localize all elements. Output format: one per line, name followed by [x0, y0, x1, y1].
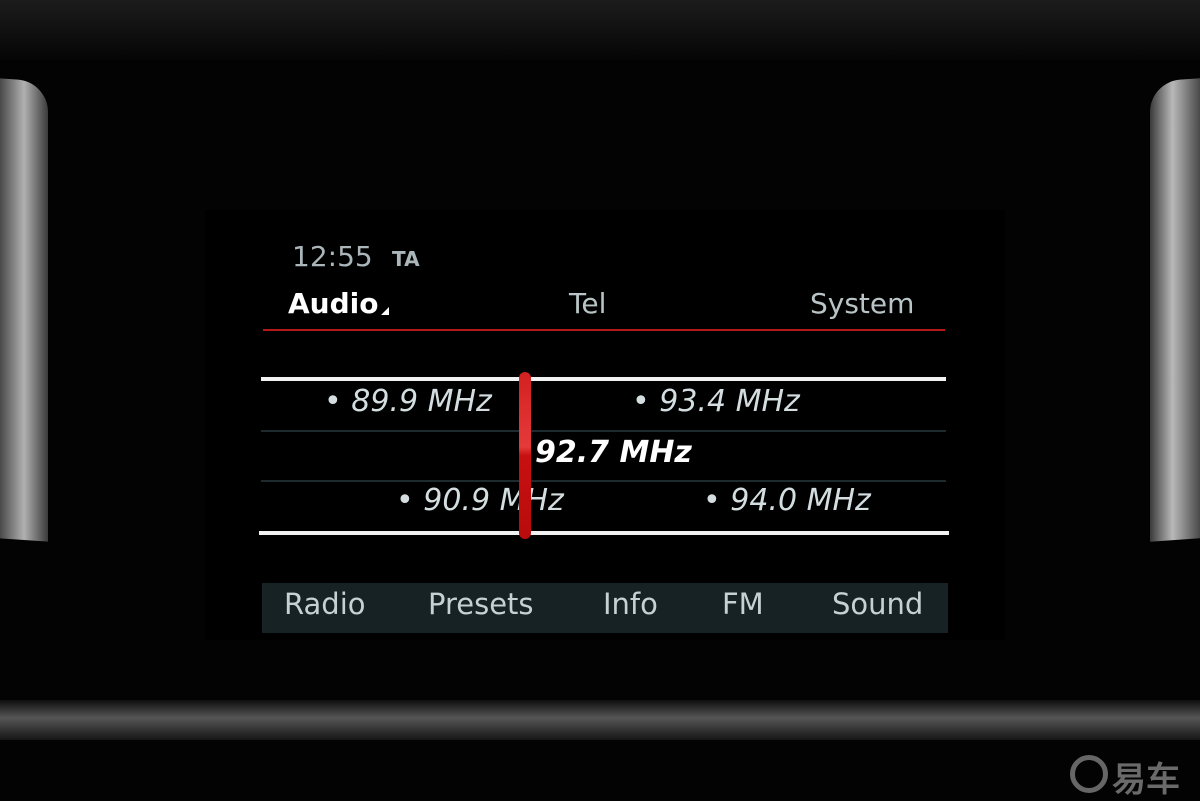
bottom-trim — [0, 700, 1200, 740]
row-divider — [261, 430, 946, 432]
tuning-needle[interactable] — [519, 372, 531, 539]
tuner-bottom-border — [259, 531, 949, 535]
traffic-announcement-indicator: TA — [392, 247, 420, 271]
softkey-sound[interactable]: Sound — [832, 587, 923, 621]
softkey-presets[interactable]: Presets — [428, 587, 534, 621]
clock: 12:55 — [292, 240, 373, 273]
watermark: 易车 — [1112, 760, 1180, 800]
station-label: 89.9 MHz — [351, 384, 492, 419]
dropdown-triangle-icon — [381, 307, 389, 315]
station-item[interactable]: • 93.4 MHz — [632, 384, 800, 419]
display-screen — [205, 210, 1005, 640]
station-item[interactable]: • 89.9 MHz — [324, 384, 492, 419]
left-trim — [0, 78, 48, 542]
tab-audio[interactable]: Audio — [288, 287, 378, 320]
dashboard-bezel — [0, 0, 1200, 60]
watermark-logo-icon — [1070, 755, 1108, 793]
right-trim — [1150, 78, 1200, 542]
tab-system[interactable]: System — [810, 287, 914, 320]
tab-divider — [263, 329, 945, 331]
station-item[interactable]: • 94.0 MHz — [703, 483, 871, 518]
row-divider — [261, 480, 946, 482]
tuner-top-border — [261, 377, 946, 381]
current-frequency: 92.7 MHz — [535, 435, 692, 470]
station-label: 93.4 MHz — [659, 384, 800, 419]
tab-tel[interactable]: Tel — [569, 287, 606, 320]
station-label: 90.9 MHz — [423, 483, 564, 518]
station-label: 94.0 MHz — [730, 483, 871, 518]
softkey-fm[interactable]: FM — [722, 587, 764, 621]
station-item[interactable]: • 90.9 MHz — [396, 483, 564, 518]
softkey-info[interactable]: Info — [603, 587, 658, 621]
softkey-radio[interactable]: Radio — [284, 587, 366, 621]
